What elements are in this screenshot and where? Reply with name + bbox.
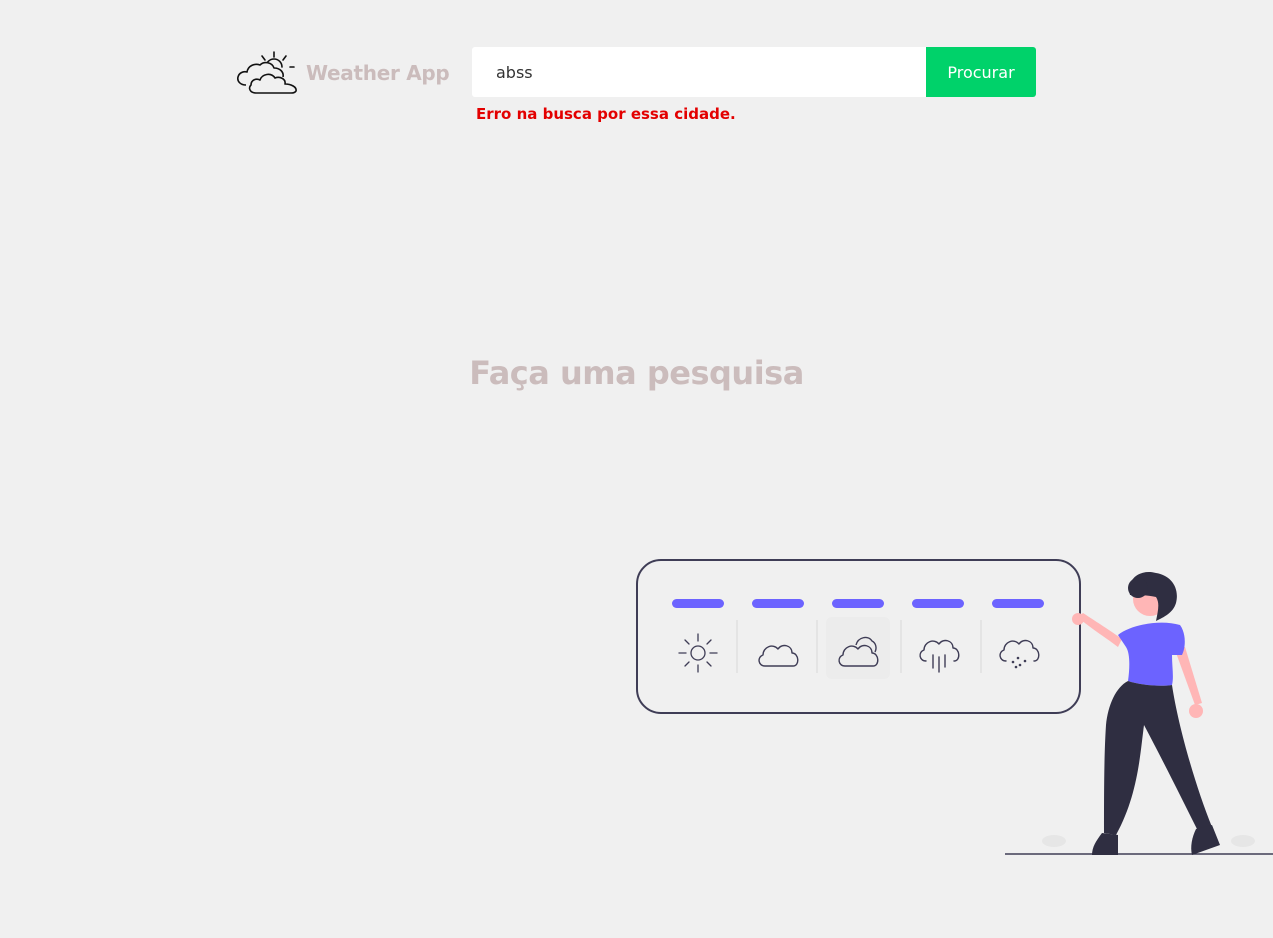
- city-search-input[interactable]: [472, 47, 926, 97]
- forecast-bar: [752, 599, 804, 608]
- weather-app-page: Weather App Procurar Erro na busca por e…: [0, 0, 1273, 938]
- forecast-bar: [912, 599, 964, 608]
- forecast-bar: [832, 599, 884, 608]
- search-error-message: Erro na busca por essa cidade.: [476, 105, 736, 123]
- partly-cloudy-icon: [237, 51, 297, 94]
- app-title: Weather App: [306, 61, 450, 85]
- search-button[interactable]: Procurar: [926, 47, 1036, 97]
- person-illustration: [1072, 571, 1220, 855]
- brand: Weather App: [236, 50, 450, 96]
- search-form: Procurar: [472, 47, 1036, 97]
- forecast-bar: [672, 599, 724, 608]
- weather-dashboard-illustration: [636, 559, 1273, 855]
- forecast-bar: [992, 599, 1044, 608]
- empty-state-title: Faça uma pesquisa: [469, 354, 804, 392]
